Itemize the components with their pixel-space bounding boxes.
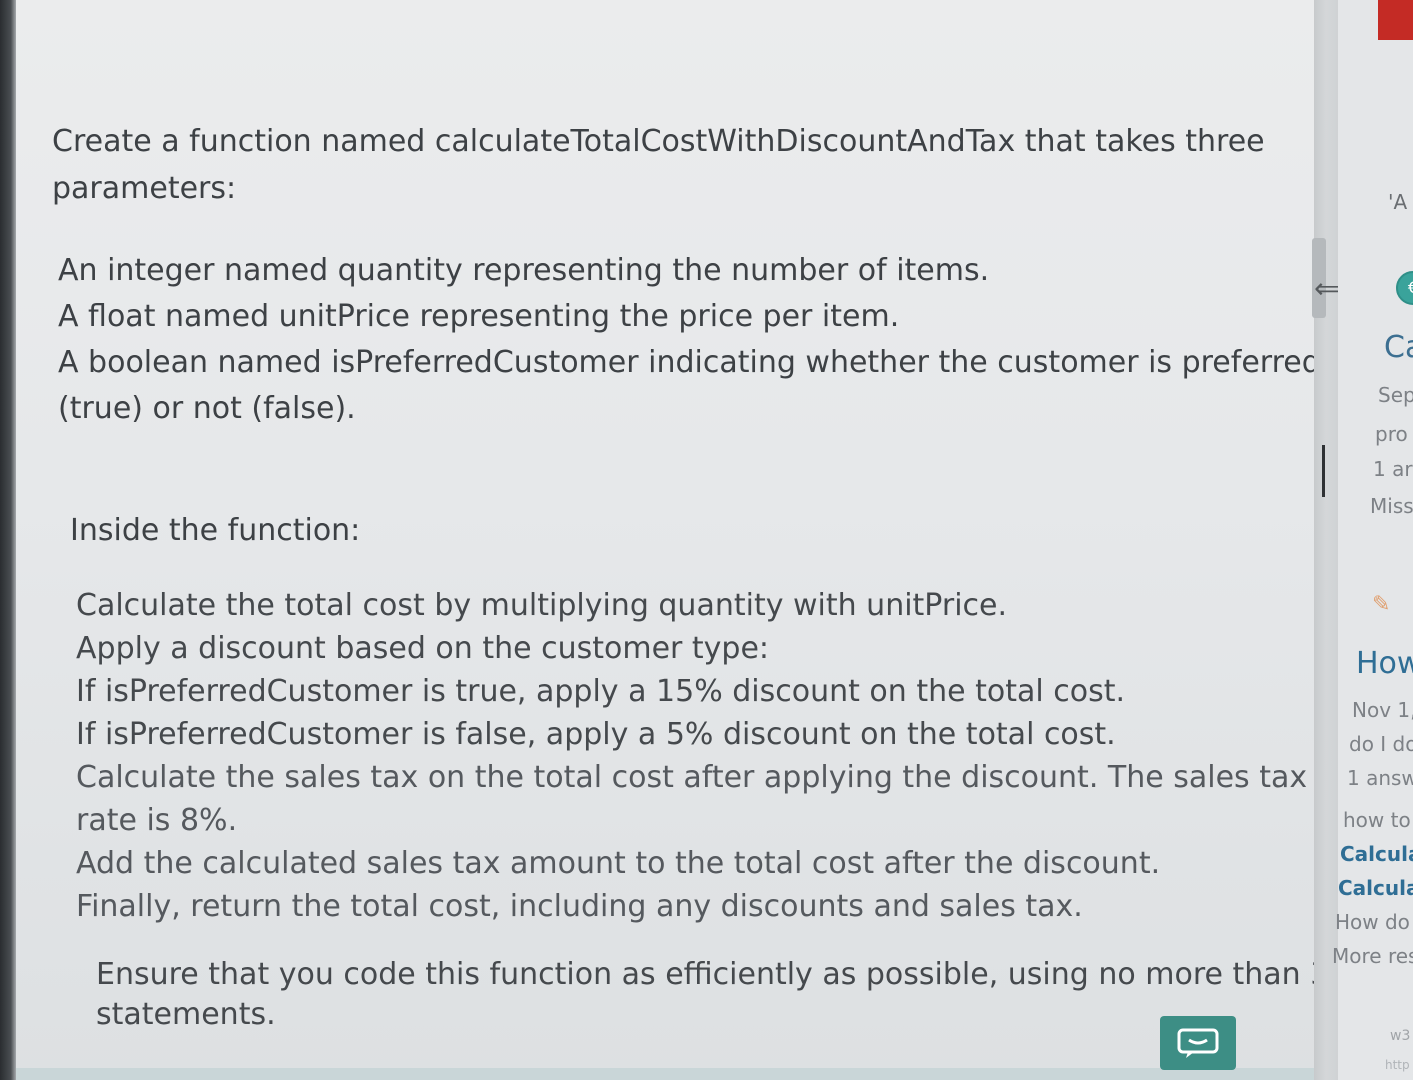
result-link-2[interactable]: Calcula — [1340, 842, 1413, 866]
step-5: Calculate the sales tax on the total cos… — [76, 760, 1308, 795]
top-red-bar — [1378, 0, 1413, 40]
step-6: Add the calculated sales tax amount to t… — [76, 846, 1161, 881]
text-cursor-caret — [1322, 445, 1325, 497]
related-question-title[interactable]: How — [1356, 646, 1413, 681]
related-question-text: do I do — [1349, 732, 1413, 756]
step-2: Apply a discount based on the customer t… — [76, 631, 770, 666]
result-link-3[interactable]: Calcula — [1338, 876, 1413, 900]
closing-note: Ensure that you code this function as ef… — [96, 955, 1329, 1035]
param-preferred-cont: (true) or not (false). — [58, 391, 356, 426]
inside-heading: Inside the function: — [70, 508, 360, 554]
step-7: Finally, return the total cost, includin… — [76, 889, 1083, 924]
param-preferred: A boolean named isPreferredCustomer indi… — [58, 345, 1321, 380]
step-5-cont: rate is 8%. — [76, 803, 238, 838]
chat-icon — [1177, 1028, 1219, 1058]
parameters-list: An integer named quantity representing t… — [58, 248, 1321, 432]
intro-line-1: Create a function named calculateTotalCo… — [52, 124, 1265, 159]
side-card-title[interactable]: Ca — [1384, 330, 1413, 365]
intro-line-2: parameters: — [52, 171, 237, 206]
related-question-date: Nov 1, — [1352, 698, 1413, 722]
side-card-line-1: Sep — [1378, 383, 1413, 407]
related-question-answers: 1 answ — [1347, 766, 1413, 790]
closing-line-1: Ensure that you code this function as ef… — [96, 957, 1330, 992]
question-intro: Create a function named calculateTotalCo… — [52, 118, 1282, 212]
step-1: Calculate the total cost by multiplying … — [76, 588, 1008, 623]
closing-line-2: statements. — [96, 997, 276, 1032]
chat-button[interactable] — [1160, 1016, 1236, 1070]
footer-url: http — [1385, 1058, 1410, 1072]
font-size-toggle[interactable]: 'A — [1388, 190, 1407, 214]
steps-list: Calculate the total cost by multiplying … — [76, 584, 1307, 928]
footer-site-name: w3 — [1390, 1028, 1411, 1044]
panel-bottom-border — [16, 1068, 1314, 1080]
side-card-line-4: Miss — [1370, 494, 1413, 518]
pencil-icon[interactable]: ✎ — [1372, 592, 1390, 617]
param-unitprice: A float named unitPrice representing the… — [58, 299, 900, 334]
side-card-line-3: 1 ar — [1373, 457, 1413, 481]
step-4: If isPreferredCustomer is false, apply a… — [76, 717, 1116, 752]
more-results-link[interactable]: More res — [1332, 944, 1413, 968]
side-card-line-2: pro — [1375, 422, 1408, 446]
param-quantity: An integer named quantity representing t… — [58, 253, 990, 288]
inside-heading-text: Inside the function: — [70, 513, 361, 548]
step-3: If isPreferredCustomer is true, apply a … — [76, 674, 1126, 709]
result-link-1[interactable]: how to — [1343, 808, 1411, 832]
result-link-4[interactable]: How do — [1335, 910, 1410, 934]
